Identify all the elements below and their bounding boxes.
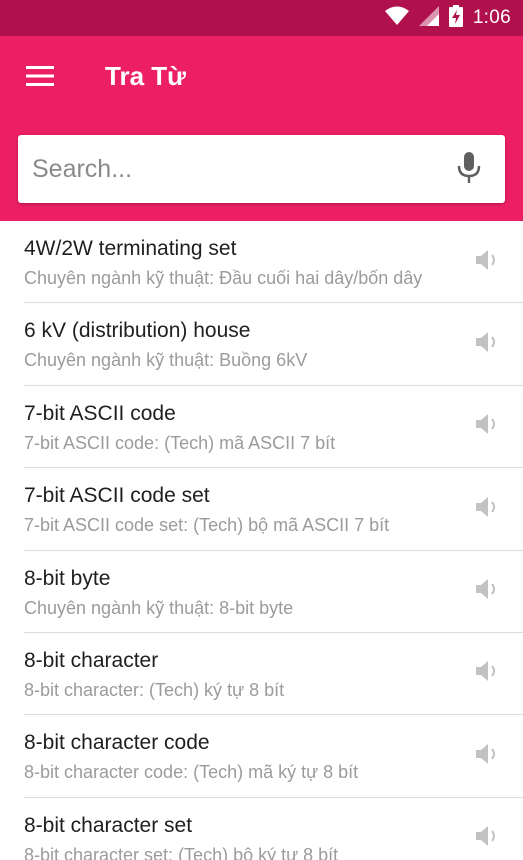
speaker-icon <box>476 578 500 605</box>
pronounce-button[interactable] <box>475 579 501 605</box>
word-term: 7-bit ASCII code set <box>24 484 210 508</box>
pronounce-button[interactable] <box>475 661 501 687</box>
pronounce-button[interactable] <box>475 331 501 357</box>
word-term: 8-bit character <box>24 648 159 672</box>
pronounce-button[interactable] <box>475 249 501 275</box>
battery-charging-icon <box>448 4 463 32</box>
voice-search-button[interactable] <box>453 151 485 189</box>
list-item[interactable]: 8-bit byte Chuyên ngành kỹ thuật: 8-bit … <box>0 551 523 633</box>
list-item[interactable]: 6 kV (distribution) house Chuyên ngành k… <box>0 303 523 386</box>
word-definition: Chuyên ngành kỹ thuật: Buồng 6kV <box>24 350 308 371</box>
pronounce-button[interactable] <box>475 496 501 522</box>
speaker-icon <box>476 331 500 358</box>
list-item[interactable]: 7-bit ASCII code 7-bit ASCII code: (Tech… <box>0 386 523 469</box>
pronounce-button[interactable] <box>475 826 501 852</box>
list-item[interactable]: 8-bit character code 8-bit character cod… <box>0 715 523 798</box>
word-definition: 8-bit character: (Tech) ký tự 8 bít <box>24 679 285 700</box>
list-item[interactable]: 8-bit character set 8-bit character set:… <box>0 798 523 860</box>
word-term: 8-bit byte <box>24 566 111 590</box>
word-definition: 8-bit character code: (Tech) mã ký tự 8 … <box>24 762 359 783</box>
word-term: 7-bit ASCII code <box>24 401 176 425</box>
app-title: Tra Từ <box>105 61 186 91</box>
word-definition: Chuyên ngành kỹ thuật: 8-bit byte <box>24 597 294 618</box>
list-item[interactable]: 7-bit ASCII code set 7-bit ASCII code se… <box>0 468 523 551</box>
word-definition: 7-bit ASCII code: (Tech) mã ASCII 7 bít <box>24 432 336 453</box>
speaker-icon <box>476 413 500 440</box>
list-item[interactable]: 8-bit character 8-bit character: (Tech) … <box>0 633 523 716</box>
word-definition: 8-bit character set: (Tech) bộ ký tự 8 b… <box>24 844 339 860</box>
word-list: 4W/2W terminating set Chuyên ngành kỹ th… <box>0 221 523 860</box>
status-time: 1:06 <box>472 7 511 28</box>
menu-button[interactable] <box>20 60 60 96</box>
status-bar: 1:06 <box>0 0 523 36</box>
word-term: 6 kV (distribution) house <box>24 319 251 343</box>
menu-icon <box>26 65 54 91</box>
word-definition: 7-bit ASCII code set: (Tech) bộ mã ASCII… <box>24 515 390 536</box>
speaker-icon <box>476 249 500 276</box>
search-input[interactable] <box>32 147 432 191</box>
app-bar: Tra Từ <box>0 36 523 221</box>
speaker-icon <box>476 496 500 523</box>
status-icons: 1:06 <box>384 4 511 32</box>
speaker-icon <box>476 825 500 852</box>
speaker-icon <box>476 660 500 687</box>
list-item[interactable]: 4W/2W terminating set Chuyên ngành kỹ th… <box>0 221 523 304</box>
word-term: 8-bit character set <box>24 813 193 837</box>
speaker-icon <box>476 743 500 770</box>
mic-icon <box>457 151 481 189</box>
search-box <box>18 135 505 203</box>
wifi-icon <box>384 6 409 31</box>
signal-icon <box>418 5 439 31</box>
pronounce-button[interactable] <box>475 414 501 440</box>
word-term: 8-bit character code <box>24 731 210 755</box>
pronounce-button[interactable] <box>475 743 501 769</box>
word-definition: Chuyên ngành kỹ thuật: Đầu cuối hai dây/… <box>24 268 423 288</box>
word-term: 4W/2W terminating set <box>24 237 237 260</box>
